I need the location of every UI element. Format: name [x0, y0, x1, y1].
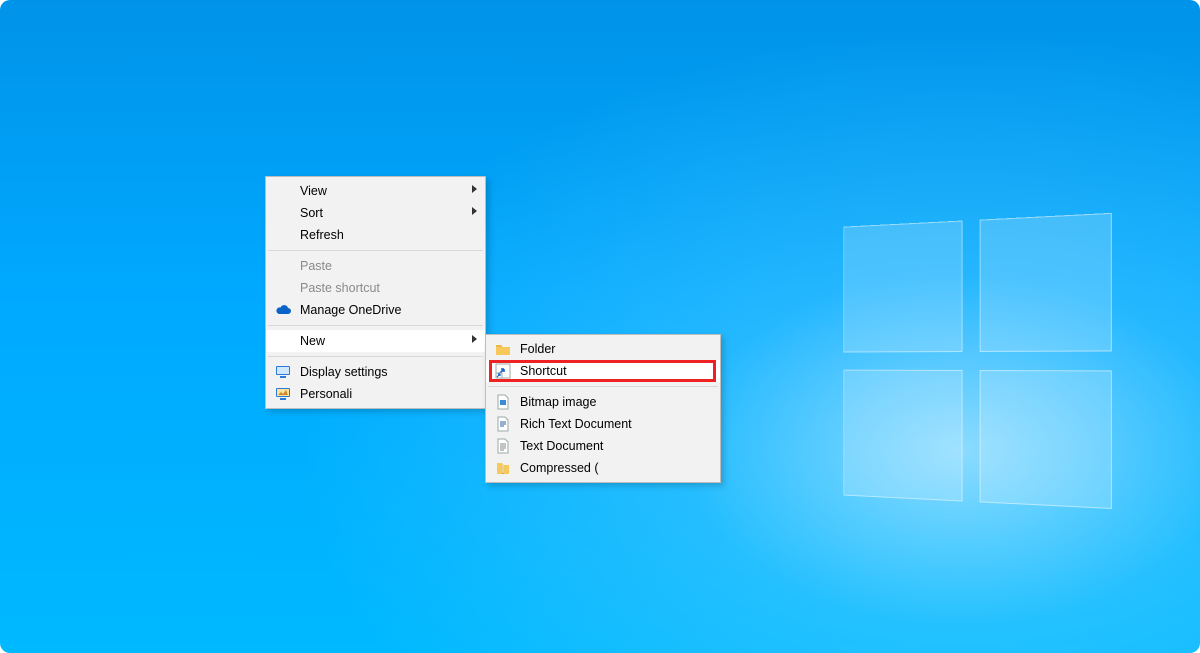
bitmap-file-icon — [494, 393, 512, 411]
menu-item-label: Manage OneDrive — [300, 303, 401, 317]
onedrive-icon — [274, 301, 292, 319]
chevron-right-icon — [472, 335, 477, 343]
submenu-item-label: Shortcut — [520, 364, 567, 378]
rtf-file-icon — [494, 415, 512, 433]
menu-item-label: Personali — [300, 387, 352, 401]
menu-item-display-settings[interactable]: Display settings — [266, 361, 485, 383]
submenu-item-label: Text Document — [520, 439, 603, 453]
menu-item-sort[interactable]: Sort — [266, 202, 485, 224]
menu-separator — [268, 250, 483, 251]
submenu-item-rtf[interactable]: Rich Text Document — [486, 413, 720, 435]
menu-item-paste: Paste — [266, 255, 485, 277]
submenu-item-shortcut[interactable]: Shortcut — [486, 360, 720, 382]
menu-item-label: Sort — [300, 206, 323, 220]
new-submenu: Folder Shortcut Bitmap image Rich Text D… — [485, 334, 721, 483]
menu-item-label: New — [300, 334, 325, 348]
menu-item-new[interactable]: New — [266, 330, 485, 352]
menu-item-view[interactable]: View — [266, 180, 485, 202]
submenu-item-compressed[interactable]: Compressed ( — [486, 457, 720, 479]
text-file-icon — [494, 437, 512, 455]
chevron-right-icon — [472, 207, 477, 215]
menu-item-personalize[interactable]: Personali — [266, 383, 485, 405]
menu-item-label: View — [300, 184, 327, 198]
submenu-item-folder[interactable]: Folder — [486, 338, 720, 360]
windows-logo — [843, 213, 1115, 513]
menu-separator — [268, 356, 483, 357]
menu-separator — [488, 386, 718, 387]
menu-item-label: Display settings — [300, 365, 388, 379]
menu-item-label: Refresh — [300, 228, 344, 242]
menu-item-manage-onedrive[interactable]: Manage OneDrive — [266, 299, 485, 321]
desktop-background[interactable]: View Sort Refresh Paste Paste shortcut M… — [0, 0, 1200, 653]
folder-icon — [494, 340, 512, 358]
submenu-item-label: Bitmap image — [520, 395, 596, 409]
menu-item-label: Paste — [300, 259, 332, 273]
shortcut-icon — [494, 362, 512, 380]
chevron-right-icon — [472, 185, 477, 193]
submenu-item-label: Rich Text Document — [520, 417, 632, 431]
personalize-icon — [274, 385, 292, 403]
menu-item-refresh[interactable]: Refresh — [266, 224, 485, 246]
menu-separator — [268, 325, 483, 326]
menu-item-label: Paste shortcut — [300, 281, 380, 295]
submenu-item-txt[interactable]: Text Document — [486, 435, 720, 457]
display-settings-icon — [274, 363, 292, 381]
desktop-context-menu: View Sort Refresh Paste Paste shortcut M… — [265, 176, 486, 409]
submenu-item-bitmap[interactable]: Bitmap image — [486, 391, 720, 413]
zip-file-icon — [494, 459, 512, 477]
submenu-item-label: Folder — [520, 342, 555, 356]
menu-item-paste-shortcut: Paste shortcut — [266, 277, 485, 299]
submenu-item-label: Compressed ( — [520, 461, 599, 475]
